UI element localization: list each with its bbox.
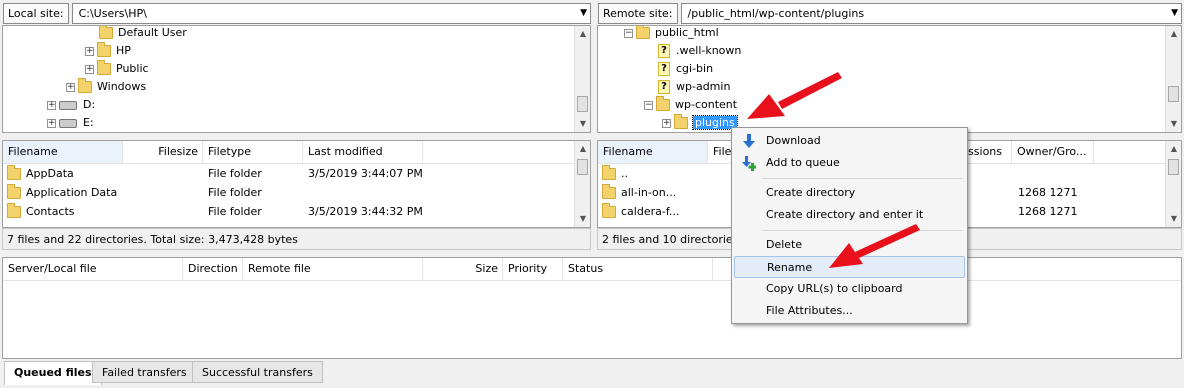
annotation-arrow-rename bbox=[829, 224, 920, 268]
annotation-arrows bbox=[747, 72, 920, 268]
annotation-arrow-plugins bbox=[747, 72, 842, 119]
